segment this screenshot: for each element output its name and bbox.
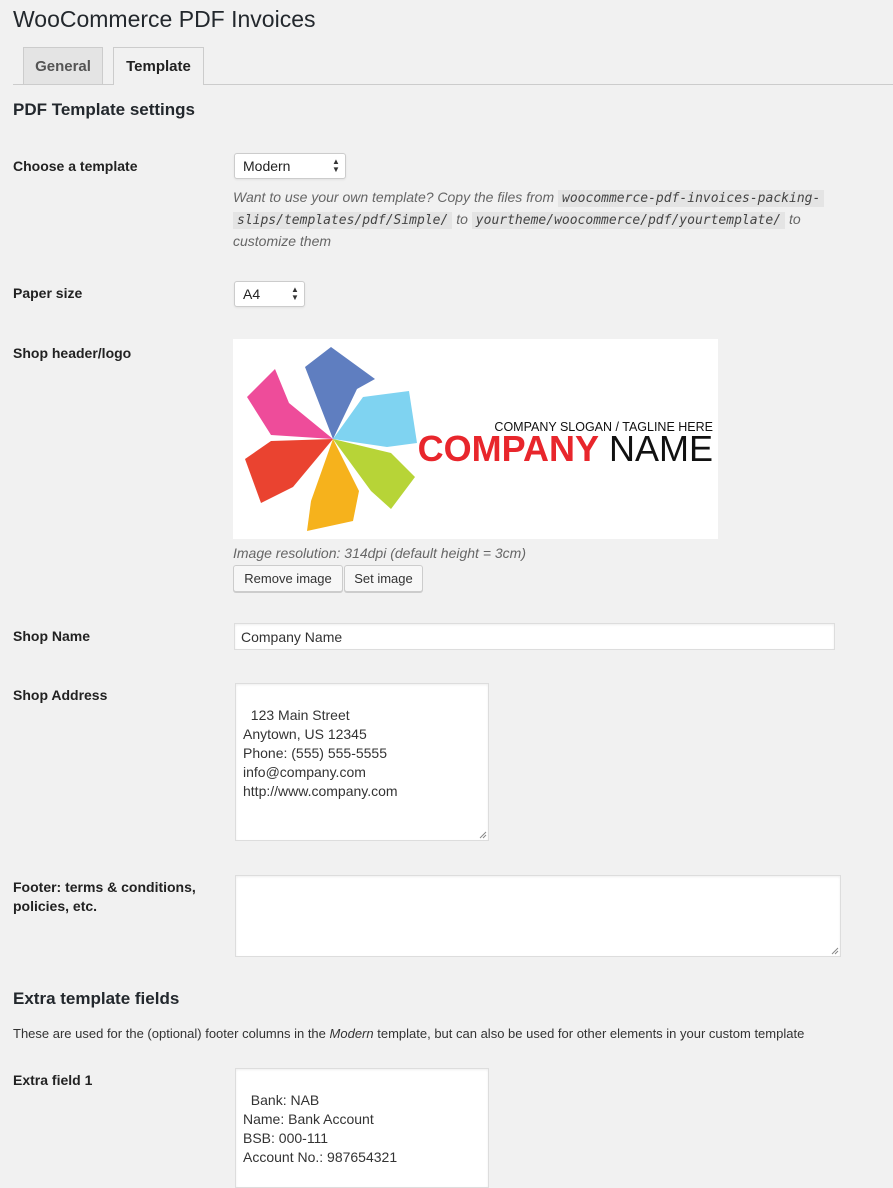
shop-name-label: Shop Name [13,628,91,644]
paper-size-select[interactable]: A4 ▲ ▼ [234,281,305,307]
updown-arrows-icon: ▲ ▼ [291,285,299,302]
shop-address-label: Shop Address [13,687,108,703]
extra-fields-note: These are used for the (optional) footer… [13,1026,804,1041]
section-title-pdf-template: PDF Template settings [13,100,195,119]
footer-textarea[interactable] [235,875,841,957]
template-desc-to2: to [788,211,801,227]
template-desc-text: Want to use your own template? Copy the … [233,189,555,205]
tab-general[interactable]: General [23,47,103,84]
section-title-extra-fields: Extra template fields [13,989,180,1008]
template-description: Want to use your own template? Copy the … [233,187,853,252]
company-logo-icon: COMPANY SLOGAN / TAGLINE HERE COMPANY NA… [245,347,713,531]
note-text-start: These are used for the (optional) footer… [13,1026,326,1041]
shop-logo-label: Shop header/logo [13,345,132,361]
note-text-end: template, but can also be used for other… [377,1026,805,1041]
template-source-path-1: woocommerce-pdf-invoices-packing- [558,190,825,207]
note-template-name: Modern [329,1026,374,1041]
footer-label-line1: Footer: terms & conditions, [13,879,196,895]
shop-address-textarea[interactable]: 123 Main Street Anytown, US 12345 Phone:… [235,683,489,841]
template-target-path: yourtheme/woocommerce/pdf/yourtemplate/ [471,212,786,229]
extra-field-1-label: Extra field 1 [13,1072,93,1088]
template-source-path-2: slips/templates/pdf/Simple/ [233,212,453,229]
active-tab-gap [114,83,203,85]
extra-field-1-textarea[interactable]: Bank: NAB Name: Bank Account BSB: 000-11… [235,1068,489,1188]
template-select[interactable]: Modern ▲ ▼ [234,153,346,179]
remove-image-button[interactable]: Remove image [233,565,343,592]
image-resolution-note: Image resolution: 314dpi (default height… [233,545,527,561]
template-desc-end: customize them [233,233,332,249]
paper-size-value: A4 [243,286,261,302]
footer-label-line2: policies, etc. [13,898,98,914]
logo-company-name: COMPANY NAME [418,428,713,469]
tab-template[interactable]: Template [113,47,204,85]
shop-logo-image: COMPANY SLOGAN / TAGLINE HERE COMPANY NA… [233,339,718,539]
resize-handle-icon[interactable] [479,831,487,839]
template-label: Choose a template [13,158,138,174]
shop-name-input[interactable]: Company Name [234,623,835,650]
extra-field-1-value: Bank: NAB Name: Bank Account BSB: 000-11… [243,1092,398,1165]
updown-arrows-icon: ▲ ▼ [332,157,340,174]
logo-company-word: COMPANY [418,428,599,469]
set-image-button[interactable]: Set image [344,565,423,592]
shop-address-value: 123 Main Street Anytown, US 12345 Phone:… [243,707,398,799]
page-title: WooCommerce PDF Invoices [13,6,316,32]
template-select-value: Modern [243,158,291,174]
template-desc-to: to [456,211,468,227]
logo-name-word: NAME [609,428,713,469]
resize-handle-icon[interactable] [831,947,839,955]
paper-size-label: Paper size [13,285,83,301]
footer-label: Footer: terms & conditions, policies, et… [13,878,196,916]
